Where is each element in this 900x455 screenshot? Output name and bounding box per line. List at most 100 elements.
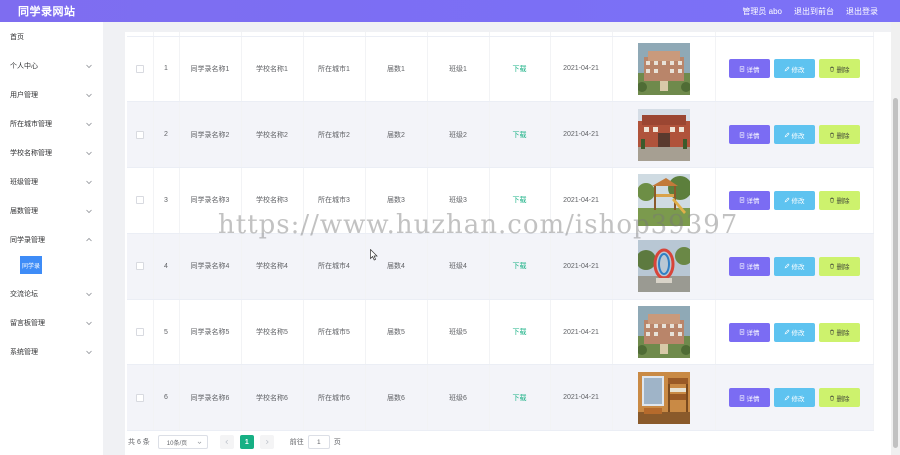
detail-button[interactable]: 详情: [728, 388, 770, 408]
sidebar-item-label: 用户管理: [10, 91, 38, 99]
logout-link[interactable]: 退出登录: [846, 6, 878, 17]
sidebar-item-alumni-management[interactable]: 同学录管理: [0, 225, 103, 254]
sidebar-menu: 首页 个人中心 用户管理 所在城市管理 学校名称管理 班级管理 届数管理 同学录…: [0, 22, 103, 455]
download-link[interactable]: 下载: [513, 395, 527, 402]
pagination: 共 6 条 10条/页 1 前往 1 页: [128, 435, 341, 449]
document-icon: [739, 132, 744, 138]
edit-button[interactable]: 修改: [773, 125, 815, 145]
download-cell: 下载: [489, 167, 551, 234]
detail-button[interactable]: 详情: [728, 256, 770, 276]
row-checkbox[interactable]: [135, 64, 144, 73]
detail-button[interactable]: 详情: [728, 125, 770, 145]
row-checkbox[interactable]: [135, 130, 144, 139]
edit-icon: [784, 329, 789, 335]
session-cell: 届数3: [365, 167, 428, 234]
goto-page-input[interactable]: 1: [307, 435, 330, 449]
date-cell: 2021-04-21: [550, 36, 613, 103]
table-row: 5 同学录名称5 学校名称5 所在城市5 届数5 班级5 下载 2021-04-21 详情 修改 删…: [127, 299, 874, 366]
detail-button[interactable]: 详情: [728, 322, 770, 342]
sidebar-item-personal-center[interactable]: 个人中心: [0, 51, 103, 80]
row-index: 6: [153, 364, 180, 432]
sidebar-item-class-management[interactable]: 班级管理: [0, 167, 103, 196]
class-cell: 班级3: [427, 167, 490, 234]
delete-button[interactable]: 删除: [818, 388, 860, 408]
school-name-cell: 学校名称1: [241, 36, 304, 103]
alumni-name-cell: 同学录名称6: [179, 364, 242, 432]
row-checkbox-cell: [127, 299, 154, 366]
row-checkbox[interactable]: [135, 196, 144, 205]
school-gate-photo: [637, 108, 690, 161]
page-number-current[interactable]: 1: [239, 435, 254, 449]
edit-button[interactable]: 修改: [773, 256, 815, 276]
download-link[interactable]: 下载: [513, 329, 527, 336]
edit-icon: [784, 198, 789, 203]
trash-icon: [829, 263, 834, 269]
delete-button[interactable]: 删除: [818, 322, 860, 342]
actions-cell: 详情 修改 删除: [715, 299, 874, 366]
row-checkbox-cell: [127, 101, 154, 169]
detail-button[interactable]: 详情: [728, 190, 770, 210]
row-checkbox[interactable]: [135, 393, 144, 402]
row-checkbox-cell: [127, 233, 154, 300]
document-icon: [739, 66, 744, 72]
delete-button[interactable]: 删除: [818, 256, 860, 276]
download-link[interactable]: 下载: [513, 66, 527, 73]
sidebar-item-school-management[interactable]: 学校名称管理: [0, 138, 103, 167]
document-icon: [739, 395, 744, 401]
sidebar-item-message-board[interactable]: 留言板管理: [0, 308, 103, 337]
sidebar-item-user-management[interactable]: 用户管理: [0, 80, 103, 109]
sidebar-item-label: 班级管理: [10, 178, 38, 186]
row-checkbox[interactable]: [135, 328, 144, 337]
trash-icon: [829, 132, 834, 138]
sidebar-item-label: 同学录管理: [10, 236, 45, 244]
edit-label: 修改: [791, 395, 805, 403]
detail-label: 详情: [746, 395, 760, 403]
alumni-name-cell: 同学录名称1: [179, 36, 242, 103]
edit-button[interactable]: 修改: [773, 59, 815, 79]
goto-unit: 页: [333, 439, 341, 446]
edit-button[interactable]: 修改: [773, 190, 815, 210]
edit-button[interactable]: 修改: [773, 322, 815, 342]
chevron-down-icon: [85, 62, 93, 70]
download-link[interactable]: 下载: [513, 197, 527, 204]
download-link[interactable]: 下载: [513, 263, 527, 270]
delete-button[interactable]: 删除: [818, 59, 860, 79]
scrollbar-thumb[interactable]: [893, 98, 898, 448]
dorm-photo: [637, 371, 690, 424]
delete-button[interactable]: 删除: [818, 125, 860, 145]
document-icon: [739, 263, 744, 269]
sidebar-item-system-management[interactable]: 系统管理: [0, 337, 103, 366]
page-size-select[interactable]: 10条/页: [157, 435, 208, 449]
sidebar-subitem-alumni[interactable]: 同学录: [20, 256, 42, 274]
scrollbar-track[interactable]: [891, 22, 900, 455]
delete-button[interactable]: 删除: [818, 190, 860, 210]
download-cell: 下载: [489, 299, 551, 366]
table-row: 4 同学录名称4 学校名称4 所在城市4 届数4 班级4 下载 2021-04-21 详情 修改 删…: [127, 233, 874, 300]
detail-label: 详情: [746, 330, 760, 338]
school-name-cell: 学校名称5: [241, 299, 304, 366]
alumni-name-cell: 同学录名称5: [179, 299, 242, 366]
row-checkbox[interactable]: [135, 262, 144, 271]
table-row: 3 同学录名称3 学校名称3 所在城市3 届数3 班级3 下载 2021-04-21 详情 修改 删…: [127, 167, 874, 234]
city-cell: 所在城市3: [303, 167, 366, 234]
edit-button[interactable]: 修改: [773, 388, 815, 408]
prev-page-button[interactable]: [219, 435, 234, 449]
sidebar-item-city-management[interactable]: 所在城市管理: [0, 109, 103, 138]
download-link[interactable]: 下载: [513, 132, 527, 139]
edit-label: 修改: [791, 198, 805, 206]
back-to-frontend-link[interactable]: 退出到前台: [794, 6, 834, 17]
sidebar-item-session-management[interactable]: 届数管理: [0, 196, 103, 225]
sidebar-item-forum[interactable]: 交流论坛: [0, 279, 103, 308]
city-cell: 所在城市5: [303, 299, 366, 366]
edit-label: 修改: [791, 264, 805, 272]
download-cell: 下载: [489, 101, 551, 169]
sidebar-item-home[interactable]: 首页: [0, 22, 103, 51]
delete-label: 删除: [836, 66, 850, 74]
sidebar-item-label: 届数管理: [10, 207, 38, 215]
detail-label: 详情: [746, 66, 760, 74]
detail-button[interactable]: 详情: [728, 59, 770, 79]
edit-icon: [784, 66, 789, 72]
chevron-left-icon: [225, 439, 228, 445]
next-page-button[interactable]: [259, 435, 274, 449]
trash-icon: [829, 66, 834, 72]
